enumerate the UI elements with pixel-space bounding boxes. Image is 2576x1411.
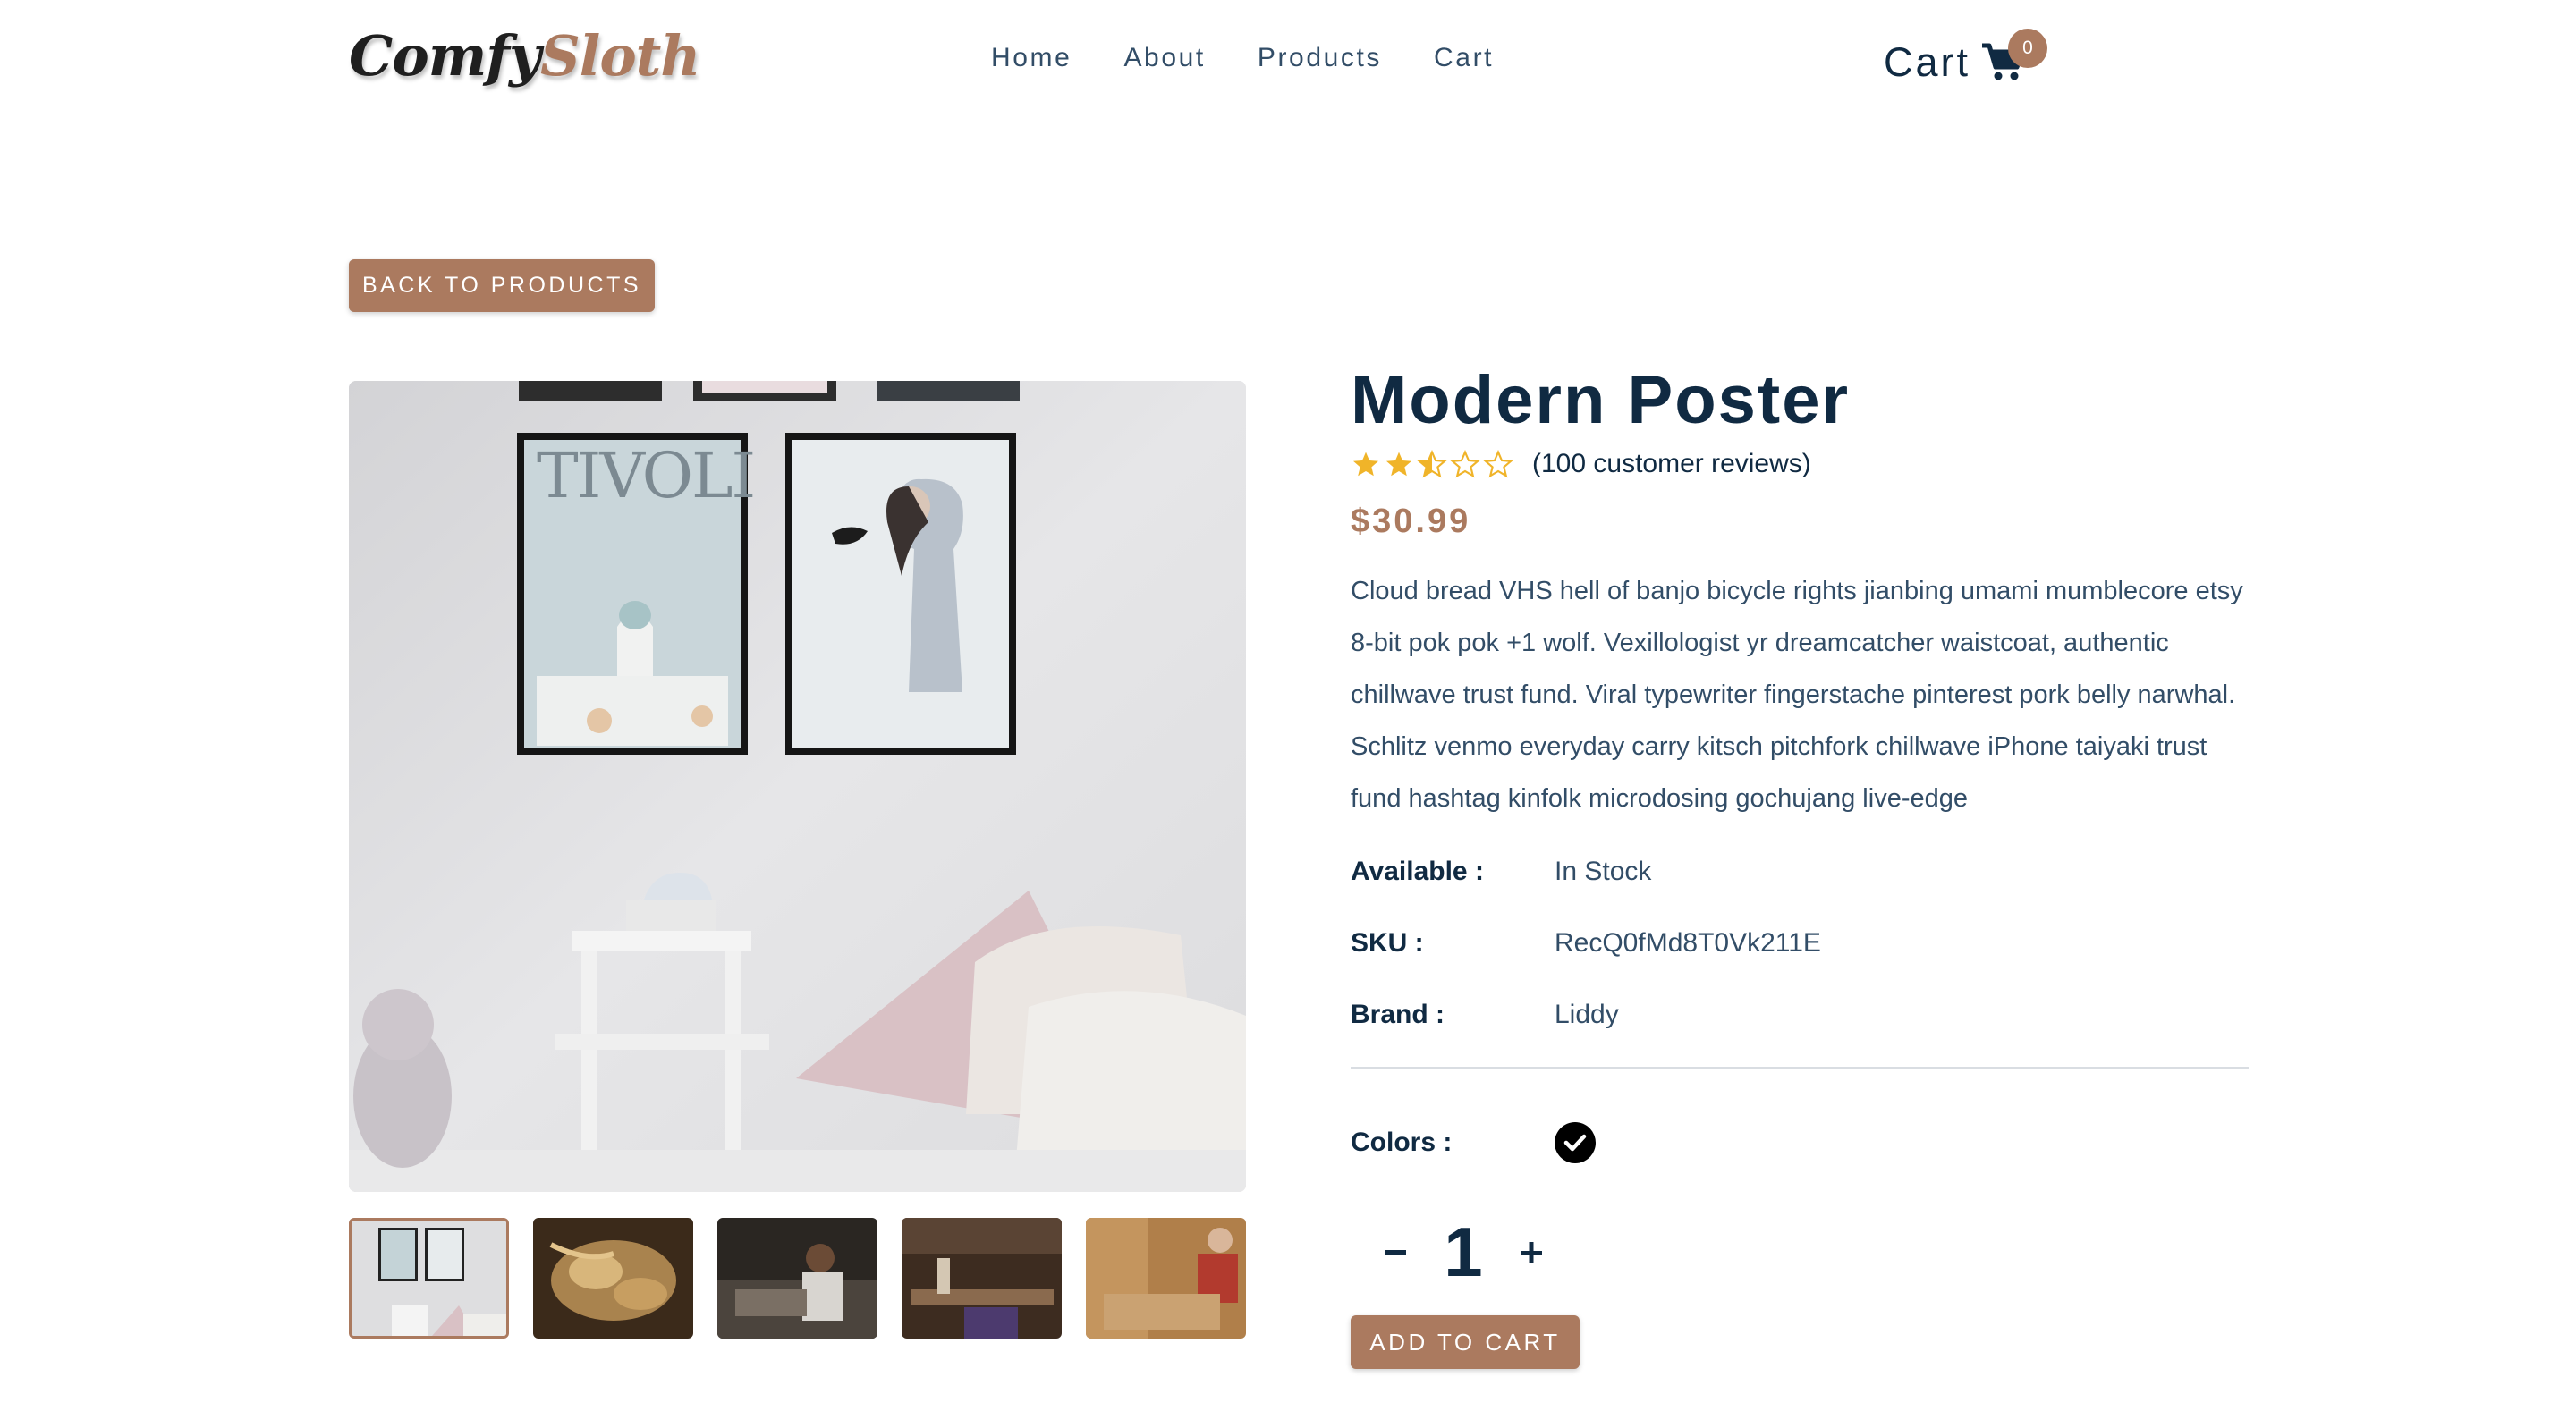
sku-value: RecQ0fMd8T0Vk211E xyxy=(1555,928,1821,958)
increase-quantity-button[interactable] xyxy=(1513,1235,1549,1271)
product-price: $30.99 xyxy=(1351,503,1471,540)
colors-label: Colors : xyxy=(1351,1128,1453,1157)
thumbnail-5[interactable] xyxy=(1086,1218,1246,1339)
quantity-stepper: 1 xyxy=(1377,1212,1549,1293)
availability-value: In Stock xyxy=(1555,857,1652,886)
star-half-icon xyxy=(1417,450,1447,478)
nav-links: Home About Products Cart xyxy=(991,43,1546,73)
product-description: Cloud bread VHS hell of banjo bicycle ri… xyxy=(1351,577,2243,813)
nav-link-home[interactable]: Home xyxy=(991,43,1072,73)
availability-label: Available : xyxy=(1351,857,1484,886)
brand-row: Brand : Liddy xyxy=(1351,1000,1619,1030)
product-title: Modern Poster xyxy=(1351,362,1851,438)
product-main-image: TIVOLI xyxy=(349,381,1246,1192)
star-empty-icon xyxy=(1483,450,1513,478)
logo-text-sloth: Sloth xyxy=(540,23,700,89)
nav-link-about[interactable]: About xyxy=(1123,43,1205,73)
brand-value: Liddy xyxy=(1555,1000,1619,1029)
sku-row: SKU : RecQ0fMd8T0Vk211E xyxy=(1351,928,1821,959)
sku-label: SKU : xyxy=(1351,928,1424,958)
decrease-quantity-button[interactable] xyxy=(1377,1235,1413,1271)
star-full-icon xyxy=(1386,452,1411,477)
logo[interactable]: Comfy Sloth xyxy=(349,23,700,98)
thumbnail-4[interactable] xyxy=(902,1218,1062,1339)
thumbnail-2[interactable] xyxy=(533,1218,693,1339)
star-empty-icon xyxy=(1450,450,1480,478)
colors-row: Colors : xyxy=(1351,1122,1596,1163)
plus-icon xyxy=(1521,1241,1542,1263)
logo-text-comfy: Comfy xyxy=(349,23,541,89)
star-rating xyxy=(1351,450,1516,478)
review-count: (100 customer reviews) xyxy=(1532,449,1811,478)
poster-room-image: TIVOLI xyxy=(349,381,1246,1192)
check-icon xyxy=(1563,1134,1587,1152)
divider xyxy=(1351,1067,2249,1069)
quantity-value: 1 xyxy=(1444,1212,1483,1291)
cart-count-badge: 0 xyxy=(2008,29,2048,68)
add-to-cart-button[interactable]: Add to cart xyxy=(1351,1315,1580,1369)
product-rating: (100 customer reviews) xyxy=(1351,449,1811,479)
availability-row: Available : In Stock xyxy=(1351,857,1651,887)
nav-link-cart[interactable]: Cart xyxy=(1434,43,1494,73)
brand-label: Brand : xyxy=(1351,1000,1445,1029)
cart-icon-wrap: 0 xyxy=(1981,29,2048,82)
cart-button[interactable]: Cart 0 xyxy=(1884,29,2048,86)
back-to-products-button[interactable]: Back to products xyxy=(349,259,655,312)
cart-label: Cart xyxy=(1884,39,1971,85)
thumbnail-strip xyxy=(349,1218,1246,1339)
color-swatch-black[interactable] xyxy=(1555,1122,1596,1163)
thumbnail-3[interactable] xyxy=(717,1218,877,1339)
add-to-cart-label: Add to cart xyxy=(1369,1328,1561,1356)
thumbnail-1[interactable] xyxy=(349,1218,509,1339)
nav-link-products[interactable]: Products xyxy=(1258,43,1382,73)
star-full-icon xyxy=(1353,452,1378,477)
minus-icon xyxy=(1385,1249,1406,1255)
svg-text:TIVOLI: TIVOLI xyxy=(537,439,754,512)
